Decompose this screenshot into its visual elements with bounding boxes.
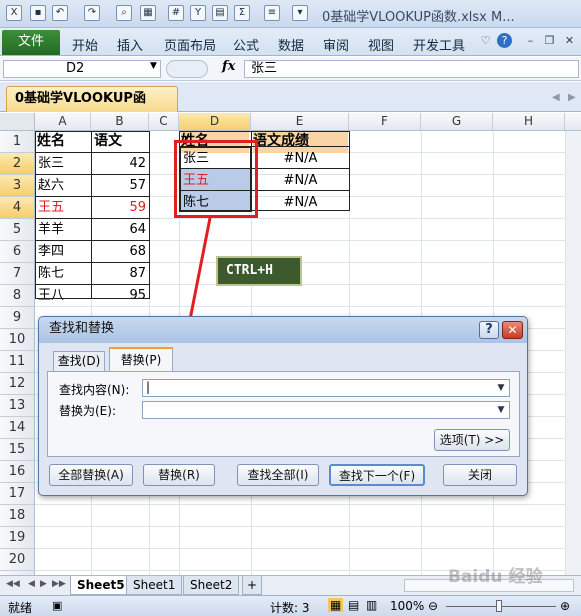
help-button[interactable]: ? <box>479 321 499 339</box>
shortcut-callout: CTRL+H <box>216 256 302 286</box>
find-what-label: 查找内容(N): <box>59 383 130 397</box>
text-cursor: | <box>146 380 151 394</box>
next-sheet-icon[interactable]: ▶ <box>40 579 47 589</box>
find-next-button[interactable]: 查找下一个(F) <box>329 464 425 486</box>
replace-all-button[interactable]: 全部替换(A) <box>49 464 133 486</box>
first-sheet-icon[interactable]: ◀◀ <box>6 579 20 589</box>
page-break-view-icon[interactable]: ▥ <box>366 598 377 612</box>
prev-sheet-icon[interactable]: ◀ <box>28 579 35 589</box>
tab-replace[interactable]: 替换(P) <box>109 347 173 372</box>
status-bar: 就绪 ▣ 计数: 3 ▦ ▤ ▥ 100% ⊖ ⊕ <box>0 595 581 616</box>
replace-with-label: 替换为(E): <box>59 404 116 418</box>
tab-find[interactable]: 查找(D) <box>53 351 105 371</box>
insert-sheet-icon[interactable]: + <box>242 576 263 595</box>
chevron-down-icon[interactable]: ▼ <box>494 403 508 417</box>
dialog-close-button[interactable]: ✕ <box>502 321 523 339</box>
status-count: 计数: 3 <box>270 601 310 615</box>
close-button[interactable]: 关闭 <box>443 464 517 486</box>
replace-button[interactable]: 替换(R) <box>143 464 215 486</box>
zoom-in-icon[interactable]: ⊕ <box>560 599 570 613</box>
sheet-tab-sheet2[interactable]: Sheet2 <box>183 576 240 595</box>
chevron-down-icon[interactable]: ▼ <box>494 381 508 395</box>
status-ready: 就绪 <box>8 601 33 615</box>
replace-panel: 查找内容(N): | ▼ 替换为(E): ▼ 选项(T) >> <box>47 371 520 457</box>
normal-view-icon[interactable]: ▦ <box>328 598 344 612</box>
zoom-level[interactable]: 100% <box>390 599 424 613</box>
dialog-title: 查找和替换 <box>39 317 527 343</box>
last-sheet-icon[interactable]: ▶▶ <box>52 579 66 589</box>
arrow-overlay <box>180 217 212 352</box>
vertical-scrollbar[interactable] <box>566 131 581 575</box>
sheet-tab-sheet5[interactable]: Sheet5 <box>70 576 132 595</box>
options-button[interactable]: 选项(T) >> <box>434 429 510 451</box>
baidu-watermark: Baidu 经验 <box>448 567 543 587</box>
find-what-input[interactable]: | ▼ <box>142 379 510 397</box>
sheet-tab-sheet1[interactable]: Sheet1 <box>126 576 183 595</box>
find-replace-dialog: 查找和替换 ? ✕ 查找(D) 替换(P) 查找内容(N): | ▼ 替换为(E… <box>38 316 528 496</box>
replace-with-input[interactable]: ▼ <box>142 401 510 419</box>
zoom-out-icon[interactable]: ⊖ <box>428 599 438 613</box>
zoom-slider-thumb[interactable] <box>496 600 502 612</box>
page-layout-view-icon[interactable]: ▤ <box>348 598 359 612</box>
macro-record-icon[interactable]: ▣ <box>52 599 62 612</box>
find-all-button[interactable]: 查找全部(I) <box>237 464 319 486</box>
